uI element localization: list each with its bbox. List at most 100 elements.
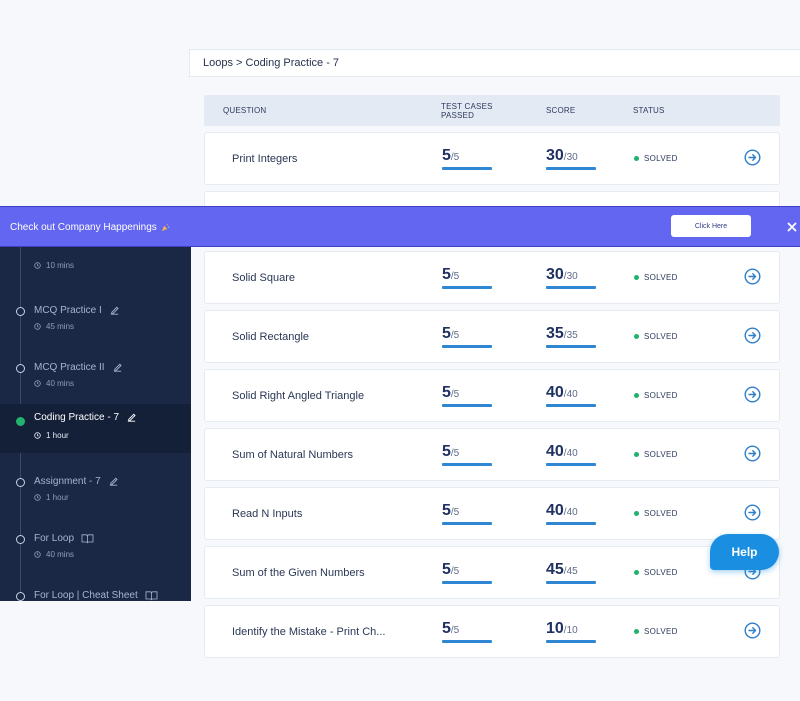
test-cases-passed: 5: [442, 443, 451, 460]
clock-icon: [34, 494, 41, 501]
clock-icon: [34, 262, 41, 269]
header-test-cases: TEST CASES PASSED: [441, 95, 493, 126]
score-value: 35: [546, 325, 564, 342]
arrow-right-circle-icon[interactable]: [744, 445, 761, 462]
status-text: SOLVED: [644, 568, 678, 577]
score-max: /40: [563, 507, 578, 518]
breadcrumb[interactable]: Loops > Coding Practice - 7: [189, 49, 800, 77]
sidebar-item-label[interactable]: Assignment - 7: [34, 476, 101, 487]
sidebar-item-label[interactable]: MCQ Practice II: [34, 362, 105, 373]
table-row[interactable]: Solid Square 5/5 30/30 SOLVED: [204, 251, 780, 304]
status-text: SOLVED: [644, 332, 678, 341]
table-row[interactable]: Sum of Natural Numbers 5/5 40/40 SOLVED: [204, 428, 780, 481]
header-question: QUESTION: [223, 106, 267, 115]
question-name[interactable]: Solid Rectangle: [232, 311, 309, 362]
test-cases-metric: 5/5: [442, 147, 492, 170]
table-row[interactable]: Identify the Mistake - Print Ch... 5/5 1…: [204, 605, 780, 658]
timeline-node: [16, 535, 25, 544]
table-row[interactable]: Solid Rectangle 5/5 35/35 SOLVED: [204, 310, 780, 363]
sidebar-item-for-loop-cheat-sheet[interactable]: For Loop | Cheat Sheet: [0, 579, 191, 601]
test-cases-bar: [442, 463, 492, 466]
help-button[interactable]: Help: [710, 534, 779, 570]
test-cases-bar: [442, 404, 492, 407]
arrow-right-circle-icon[interactable]: [744, 149, 761, 166]
sidebar-item-label[interactable]: Coding Practice - 7: [34, 412, 119, 423]
score-metric: 10/10: [546, 620, 596, 643]
question-name[interactable]: Read N Inputs: [232, 488, 302, 539]
test-cases-total: /5: [450, 152, 460, 163]
question-name[interactable]: Solid Right Angled Triangle: [232, 370, 364, 421]
score-value: 40: [546, 443, 564, 460]
test-cases-passed: 5: [442, 502, 451, 519]
score-metric: 45/45: [546, 561, 596, 584]
question-name[interactable]: Print Integers: [232, 133, 297, 184]
score-bar: [546, 345, 596, 348]
test-cases-bar: [442, 286, 492, 289]
score-max: /30: [563, 271, 578, 282]
solved-dot: [634, 452, 639, 457]
course-sidebar: 10 mins MCQ Practice I 45 mins MCQ Pract…: [0, 247, 191, 601]
edit-icon: [113, 363, 122, 372]
question-name[interactable]: Sum of Natural Numbers: [232, 429, 353, 480]
test-cases-total: /5: [450, 330, 460, 341]
table-row[interactable]: Solid Right Angled Triangle 5/5 40/40 SO…: [204, 369, 780, 422]
sidebar-item-assignment-7[interactable]: Assignment - 7 1 hour: [0, 465, 191, 514]
score-max: /40: [563, 389, 578, 400]
solved-dot: [634, 156, 639, 161]
score-max: /35: [563, 330, 578, 341]
timeline-node: [16, 478, 25, 487]
score-value: 45: [546, 561, 564, 578]
table-row[interactable]: Print Integers 5/5 30/30 SOLVED: [204, 132, 780, 185]
solved-dot: [634, 275, 639, 280]
solved-dot: [634, 511, 639, 516]
timeline-node: [16, 592, 25, 601]
score-metric: 30/30: [546, 147, 596, 170]
score-bar: [546, 581, 596, 584]
sidebar-item-mcq-practice-2[interactable]: MCQ Practice II 40 mins: [0, 351, 191, 400]
duration-text: 10 mins: [46, 261, 75, 270]
arrow-right-circle-icon[interactable]: [744, 327, 761, 344]
score-metric: 30/30: [546, 266, 596, 289]
party-popper-icon: [161, 224, 170, 232]
score-value: 30: [546, 147, 564, 164]
question-name[interactable]: Identify the Mistake - Print Ch...: [232, 606, 385, 657]
test-cases-metric: 5/5: [442, 620, 492, 643]
solved-dot: [634, 393, 639, 398]
sidebar-item-coding-practice-7[interactable]: Coding Practice - 7 1 hour: [0, 404, 191, 453]
score-max: /10: [563, 625, 578, 636]
solved-dot: [634, 570, 639, 575]
score-max: /40: [563, 448, 578, 459]
header-score: SCORE: [546, 106, 576, 115]
clock-icon: [34, 551, 41, 558]
sidebar-item-label[interactable]: For Loop: [34, 533, 74, 544]
score-bar: [546, 640, 596, 643]
breadcrumb-text[interactable]: Loops > Coding Practice - 7: [203, 57, 339, 69]
score-metric: 35/35: [546, 325, 596, 348]
test-cases-bar: [442, 640, 492, 643]
table-row[interactable]: Read N Inputs 5/5 40/40 SOLVED: [204, 487, 780, 540]
table-header: QUESTION TEST CASES PASSED SCORE STATUS: [204, 95, 780, 126]
arrow-right-circle-icon[interactable]: [744, 268, 761, 285]
test-cases-metric: 5/5: [442, 266, 492, 289]
close-icon[interactable]: [786, 221, 798, 233]
header-test-cases-line2: PASSED: [441, 110, 475, 120]
score-metric: 40/40: [546, 384, 596, 407]
arrow-right-circle-icon[interactable]: [744, 622, 761, 639]
sidebar-item-label[interactable]: MCQ Practice I: [34, 305, 102, 316]
test-cases-total: /5: [450, 271, 460, 282]
test-cases-metric: 5/5: [442, 384, 492, 407]
test-cases-passed: 5: [442, 561, 451, 578]
sidebar-item-for-loop[interactable]: For Loop 40 mins: [0, 522, 191, 571]
click-here-button[interactable]: Click Here: [671, 215, 751, 237]
arrow-right-circle-icon[interactable]: [744, 386, 761, 403]
table-row[interactable]: Sum of the Given Numbers 5/5 45/45 SOLVE…: [204, 546, 780, 599]
question-name[interactable]: Sum of the Given Numbers: [232, 547, 365, 598]
question-name[interactable]: Solid Square: [232, 252, 295, 303]
score-value: 10: [546, 620, 564, 637]
sidebar-item-label[interactable]: For Loop | Cheat Sheet: [34, 590, 138, 601]
status-text: SOLVED: [644, 627, 678, 636]
sidebar-item-mcq-practice-1[interactable]: MCQ Practice I 45 mins: [0, 294, 191, 343]
status-badge: SOLVED: [634, 488, 678, 539]
score-bar: [546, 522, 596, 525]
arrow-right-circle-icon[interactable]: [744, 504, 761, 521]
